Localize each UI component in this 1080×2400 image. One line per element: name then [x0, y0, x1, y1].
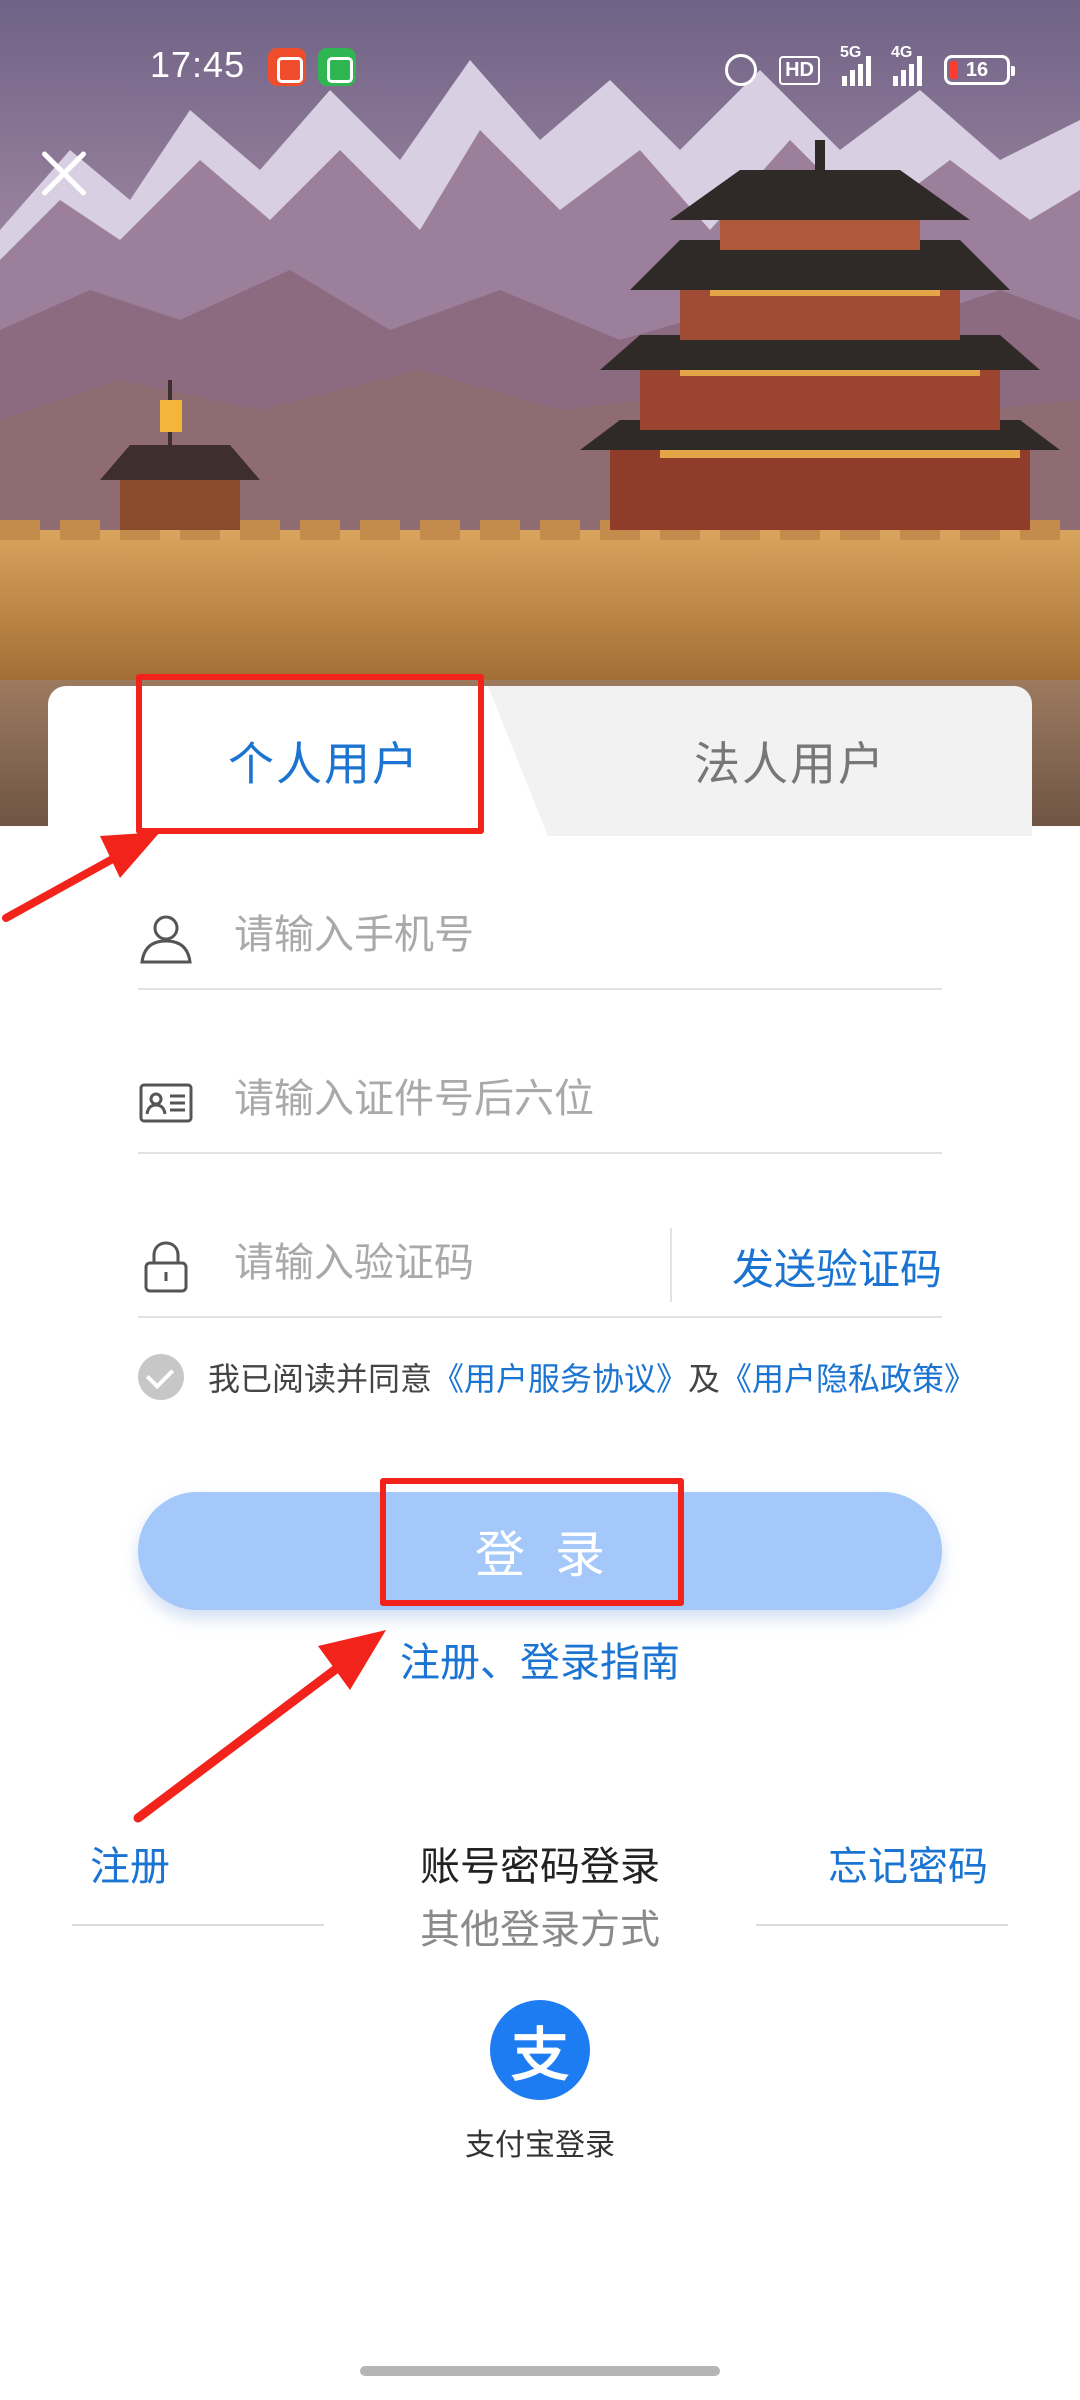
annotation-arrow-login-shaft: [133, 1661, 345, 1823]
annotation-arrow-tab-shaft: [2, 852, 122, 922]
annotation-arrows: [2, 832, 386, 1823]
annotation-arrow-login-head: [318, 1630, 386, 1690]
login-page: 17:45 HD 5G 4G 16 法人用户 个人用户 请输入手机号 请输入证件…: [0, 0, 1080, 2400]
annotation-arrow-tab-head: [100, 832, 160, 878]
